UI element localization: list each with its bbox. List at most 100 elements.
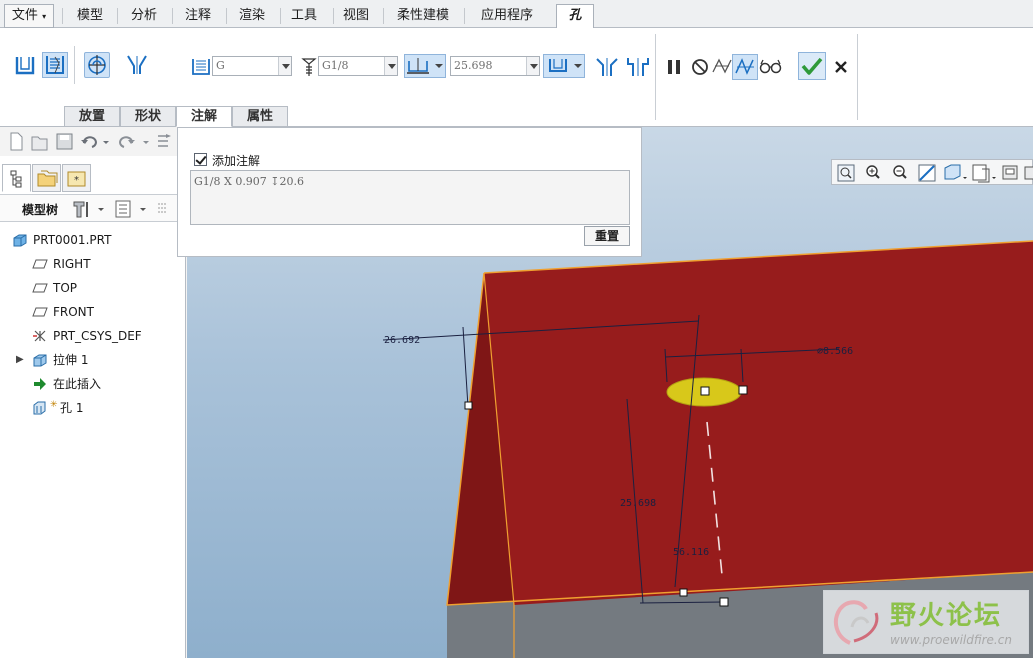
reference-handle[interactable] (464, 401, 473, 410)
subtab-note[interactable]: 注解 (176, 106, 232, 127)
screw-size-icon (300, 56, 318, 78)
tree-item-label: RIGHT (53, 257, 91, 271)
depth-value-input[interactable]: 25.698 (450, 56, 540, 76)
menu-divider (383, 8, 384, 24)
view-manager-icon (1002, 165, 1018, 180)
dimension-angle[interactable]: 56.116 (673, 547, 709, 558)
menu-divider (226, 8, 227, 24)
undo-icon (81, 136, 97, 148)
preview-geometry-icon[interactable] (732, 54, 758, 80)
watermark-title: 野火论坛 (890, 601, 1003, 631)
countersink-icon[interactable] (594, 54, 620, 80)
expand-arrow-icon[interactable]: ▶ (16, 350, 24, 370)
zoom-out-icon (893, 165, 907, 179)
chevron-down-icon[interactable] (526, 57, 539, 75)
svg-text:*: * (74, 175, 79, 186)
csys-icon (33, 330, 46, 342)
top-face (484, 241, 1033, 605)
menu-divider (172, 8, 173, 24)
dimension-diameter[interactable]: ⌀8.566 (817, 346, 853, 357)
datum-plane-icon (32, 307, 48, 317)
tab-model[interactable]: 模型 (66, 4, 114, 28)
dimension-offset-left[interactable]: 26.692 (384, 335, 420, 346)
file-menu-label: 文件 (11, 8, 38, 23)
folder-browser-tab[interactable] (32, 164, 61, 192)
subtab-placement[interactable]: 放置 (64, 106, 120, 127)
tab-tools[interactable]: 工具 (280, 4, 328, 28)
tab-hole[interactable]: 孔 (556, 4, 594, 29)
tab-analysis[interactable]: 分析 (120, 4, 168, 28)
navigator-pane: * 模型树 PRT0001.PRT RIGHT TOP FRONT PRT_CS… (0, 156, 186, 658)
favorites-tab[interactable]: * (62, 164, 91, 192)
datum-plane-icon (32, 283, 48, 293)
confirm-button[interactable] (798, 52, 826, 80)
tree-settings-icon (73, 201, 88, 218)
thread-type-icon (190, 56, 212, 78)
ribbon-divider (74, 46, 75, 84)
ribbon-divider (655, 34, 656, 120)
chevron-down-icon[interactable] (278, 57, 291, 75)
extrude-icon (33, 354, 47, 367)
cancel-button[interactable] (828, 54, 854, 80)
drag-handle[interactable] (719, 597, 729, 607)
reset-button[interactable]: 重置 (584, 226, 630, 246)
tree-item-label: TOP (53, 281, 78, 295)
navigator-tabs: * (0, 164, 186, 192)
depth-type-button[interactable] (404, 54, 446, 78)
model-tree-label: 模型树 (22, 203, 59, 217)
menu-bar: 文件 ▾ 模型 分析 注释 渲染 工具 视图 柔性建模 应用程序 孔 (0, 0, 1033, 29)
hole-ribbon: G G1/8 25.698 放置 形状 注解 属性 (0, 28, 1033, 127)
hole-icon (33, 401, 46, 415)
simple-hole-icon[interactable] (12, 52, 38, 78)
forum-logo-icon (833, 600, 879, 645)
open-folder-icon (31, 136, 48, 151)
forum-watermark: 野火论坛 www.proewildfire.cn (823, 590, 1029, 654)
graphics-toolbar (831, 159, 1033, 185)
pause-icon[interactable] (662, 54, 688, 80)
tree-item-label: PRT0001.PRT (33, 233, 112, 247)
dimension-offset-bottom[interactable]: 25.698 (620, 498, 656, 509)
subtab-properties[interactable]: 属性 (232, 106, 288, 127)
menu-divider (117, 8, 118, 24)
thread-type-value: G (216, 59, 225, 72)
subtab-shape[interactable]: 形状 (120, 106, 176, 127)
more-view-tools-icon (1024, 166, 1033, 180)
model-tree-toolbar: 模型树 (0, 194, 186, 222)
note-text: G1/8 X 0.907 ↧20.6 (194, 175, 305, 188)
model-tree-tab[interactable] (2, 164, 31, 192)
datum-plane-icon (32, 259, 48, 269)
reference-handle[interactable] (679, 588, 688, 597)
watermark-url: www.proewildfire.cn (890, 633, 1012, 647)
tapped-hole-icon[interactable] (84, 52, 110, 78)
taper-hole-icon[interactable] (124, 52, 150, 78)
new-feature-star-icon: ✳ (50, 400, 58, 410)
save-icon (56, 133, 73, 150)
thread-depth-button[interactable] (543, 54, 585, 78)
drag-handle[interactable] (700, 386, 710, 396)
file-menu[interactable]: 文件 ▾ (4, 4, 54, 28)
tree-item-label: 孔 1 (60, 401, 84, 415)
tab-view[interactable]: 视图 (334, 4, 378, 28)
saved-views-icon (972, 164, 990, 183)
thread-type-select[interactable]: G (212, 56, 292, 76)
tab-annotate[interactable]: 注释 (174, 4, 222, 28)
tab-applications[interactable]: 应用程序 (466, 4, 548, 28)
standard-hole-icon[interactable] (42, 52, 68, 78)
glasses-verify-icon[interactable] (757, 54, 783, 80)
refit-icon (837, 164, 855, 182)
tab-flexible-modeling[interactable]: 柔性建模 (385, 4, 461, 28)
drag-handle[interactable] (738, 385, 748, 395)
chevron-down-icon[interactable] (384, 57, 397, 75)
add-note-label: 添加注解 (212, 154, 261, 168)
note-text-area[interactable]: G1/8 X 0.907 ↧20.6 (190, 170, 630, 225)
new-file-icon (10, 132, 23, 151)
tab-render[interactable]: 渲染 (228, 4, 276, 28)
add-note-checkbox[interactable] (194, 153, 207, 166)
quick-access-toolbar (0, 128, 186, 156)
insert-here-arrow-icon (34, 378, 46, 390)
screw-size-select[interactable]: G1/8 (318, 56, 398, 76)
show-columns-icon (115, 200, 131, 218)
ribbon-divider (857, 34, 858, 120)
counterbore-icon[interactable] (625, 54, 651, 80)
part-icon (13, 234, 27, 247)
